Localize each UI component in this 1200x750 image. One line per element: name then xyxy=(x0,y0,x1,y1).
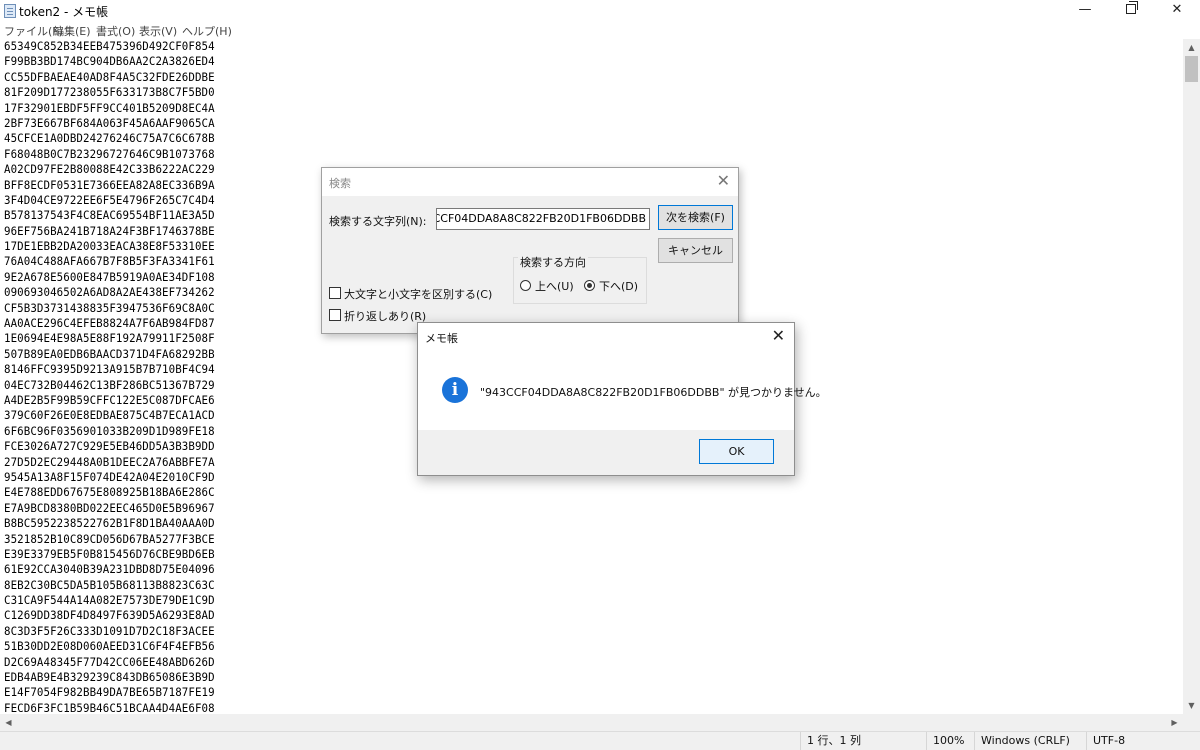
horizontal-scrollbar[interactable]: ◀ ▶ xyxy=(0,714,1183,731)
menu-bar: ファイル(F) 編集(E) 書式(O) 表示(V) ヘルプ(H) xyxy=(0,22,1200,39)
not-found-message-box: メモ帳 ✕ i "943CCF04DDA8A8C822FB20D1FB06DDB… xyxy=(417,322,827,476)
text-line: E39E3379EB5F0B815456D76CBE9BD6EB xyxy=(4,546,215,561)
encoding: UTF-8 xyxy=(1086,732,1200,750)
document-lines: 65349C852B34EEB475396D492CF0F854 F99BB3BD… xyxy=(4,39,215,714)
search-label: 検索する文字列(N): xyxy=(329,215,427,228)
close-window-button[interactable]: ✕ xyxy=(1154,0,1200,22)
text-line: 3F4D04CE9722EE6F5E4796F265C7C4D4 xyxy=(4,192,215,207)
text-line: AA0ACE296C4EFEB8824A7F6AB984FD87 xyxy=(4,316,215,331)
menu-edit[interactable]: 編集(E) xyxy=(53,23,91,39)
message-box-close-icon[interactable]: ✕ xyxy=(772,327,785,345)
search-input-value: 943CCF04DDA8A8C822FB20D1FB06DDBB xyxy=(437,212,646,225)
text-line: CC55DFBAEAE40AD8F4A5C32FDE26DDBE xyxy=(4,69,215,84)
text-line: 2BF73E667BF684A063F45A6AAF9065CA xyxy=(4,115,215,130)
window-title: token2 - メモ帳 xyxy=(19,5,109,19)
info-icon: i xyxy=(442,377,468,403)
restore-icon xyxy=(1126,1,1138,14)
text-line: 45CFCE1A0DBD24276246C75A7C6C678B xyxy=(4,131,215,146)
text-line: C31CA9F544A14A082E7573DE79DE1C9D xyxy=(4,593,215,608)
menu-help[interactable]: ヘルプ(H) xyxy=(182,23,232,39)
notepad-app-icon xyxy=(4,4,16,18)
wrap-around-label[interactable]: 折り返しあり(R) xyxy=(344,308,426,324)
text-line: 04EC732B04462C13BF286BC51367B729 xyxy=(4,377,215,392)
search-input[interactable]: 943CCF04DDA8A8C822FB20D1FB06DDBB xyxy=(436,208,650,230)
menu-format[interactable]: 書式(O) xyxy=(96,23,135,39)
text-line: 1E0694E4E98A5E88F192A79911F2508F xyxy=(4,331,215,346)
text-line: F68048B0C7B23296727646C9B1073768 xyxy=(4,146,215,161)
text-line: 9545A13A8F15F074DE42A04E2010CF9D xyxy=(4,469,215,484)
find-dialog: 検索 ✕ 検索する文字列(N): 943CCF04DDA8A8C822FB20D… xyxy=(321,167,739,334)
text-line: 9E2A678E5600E847B5919A0AE34DF108 xyxy=(4,269,215,284)
text-line: 8EB2C30BC5DA5B105B68113B8823C63C xyxy=(4,577,215,592)
text-line: 379C60F26E0E8EDBAE875C4B7ECA1ACD xyxy=(4,408,215,423)
direction-down-radio[interactable] xyxy=(584,280,595,291)
text-line: C1269DD38DF4D8497F639D5A6293E8AD xyxy=(4,608,215,623)
direction-down-label[interactable]: 下へ(D) xyxy=(599,278,638,294)
status-bar: 1 行、1 列 100% Windows (CRLF) UTF-8 xyxy=(0,731,1200,750)
text-line: A02CD97FE2B80088E42C33B6222AC229 xyxy=(4,162,215,177)
text-line: B578137543F4C8EAC69554BF11AE3A5D xyxy=(4,208,215,223)
text-line: E14F7054F982BB49DA7BE65B7187FE19 xyxy=(4,685,215,700)
text-line: BFF8ECDF0531E7366EEA82A8EC336B9A xyxy=(4,177,215,192)
text-line: 96EF756BA241B718A24F3BF1746378BE xyxy=(4,223,215,238)
scroll-up-arrow-icon[interactable]: ▲ xyxy=(1183,39,1200,56)
cursor-position: 1 行、1 列 xyxy=(800,732,926,750)
title-bar: token2 - メモ帳 — ✕ xyxy=(0,0,1200,22)
text-line: A4DE2B5F99B59CFFC122E5C087DFCAE6 xyxy=(4,392,215,407)
scroll-down-arrow-icon[interactable]: ▼ xyxy=(1183,697,1200,714)
text-line: 8146FFC9395D9213A915B7B710BF4C94 xyxy=(4,362,215,377)
text-line: 090693046502A6AD8A2AE438EF734262 xyxy=(4,285,215,300)
text-line: 507B89EA0EDB6BAACD371D4FA68292BB xyxy=(4,346,215,361)
text-line: 17F32901EBDF5FF9CC401B5209D8EC4A xyxy=(4,100,215,115)
text-line: 17DE1EBB2DA20033EACA38E8F53310EE xyxy=(4,239,215,254)
text-line: 6F6BC96F0356901033B209D1D989FE18 xyxy=(4,423,215,438)
text-line: 51B30DD2E08D060AEED31C6F4F4EFB56 xyxy=(4,639,215,654)
text-line: B8BC5952238522762B1F8D1BA40AAA0D xyxy=(4,516,215,531)
menu-view[interactable]: 表示(V) xyxy=(139,23,177,39)
scroll-left-arrow-icon[interactable]: ◀ xyxy=(0,714,17,731)
find-dialog-title: 検索 xyxy=(329,177,351,190)
match-case-label[interactable]: 大文字と小文字を区別する(C) xyxy=(344,286,492,302)
text-line: FCE3026A727C929E5EB46DD5A3B3B9DD xyxy=(4,439,215,454)
zoom-level: 100% xyxy=(926,732,974,750)
text-line: 61E92CCA3040B39A231DBD8D75E04096 xyxy=(4,562,215,577)
text-line: D2C69A48345F77D42CC06EE48ABD626D xyxy=(4,654,215,669)
restore-button[interactable] xyxy=(1108,0,1154,22)
find-dialog-close-icon[interactable]: ✕ xyxy=(717,172,730,190)
direction-label: 検索する方向 xyxy=(518,254,588,270)
wrap-around-checkbox[interactable] xyxy=(329,309,341,321)
text-line: EDB4AB9E4B329239C843DB65086E3B9D xyxy=(4,670,215,685)
message-text: "943CCF04DDA8A8C822FB20D1FB06DDBB" が見つかり… xyxy=(480,386,827,399)
minimize-button[interactable]: — xyxy=(1062,0,1108,22)
scroll-right-arrow-icon[interactable]: ▶ xyxy=(1166,714,1183,731)
text-line: 76A04C488AFA667B7F8B5F3FA3341F61 xyxy=(4,254,215,269)
match-case-checkbox[interactable] xyxy=(329,287,341,299)
text-line: 65349C852B34EEB475396D492CF0F854 xyxy=(4,39,215,53)
text-line: F99BB3BD174BC904DB6AA2C2A3826ED4 xyxy=(4,54,215,69)
vertical-scrollbar[interactable]: ▲ ▼ xyxy=(1183,39,1200,714)
vertical-scroll-thumb[interactable] xyxy=(1185,56,1198,82)
text-line: CF5B3D3731438835F3947536F69C8A0C xyxy=(4,300,215,315)
find-dialog-titlebar: 検索 ✕ xyxy=(322,168,738,196)
find-next-button[interactable]: 次を検索(F) xyxy=(658,205,733,230)
text-line: E7A9BCD8380BD022EEC465D0E5B96967 xyxy=(4,500,215,515)
direction-up-label[interactable]: 上へ(U) xyxy=(535,278,574,294)
text-line: 81F209D177238055F633173B8C7F5BD0 xyxy=(4,85,215,100)
ok-button[interactable]: OK xyxy=(699,439,774,464)
text-line: E4E788EDD67675E808925B18BA6E286C xyxy=(4,485,215,500)
direction-up-radio[interactable] xyxy=(520,280,531,291)
text-line: 27D5D2EC29448A0B1DEEC2A76ABBFE7A xyxy=(4,454,215,469)
text-line: FECD6F3FC1B59B46C51BCAA4D4AE6F08 xyxy=(4,700,215,714)
cancel-button[interactable]: キャンセル xyxy=(658,238,733,263)
text-line: 8C3D3F5F26C333D1091D7D2C18F3ACEE xyxy=(4,623,215,638)
message-box-title: メモ帳 xyxy=(425,332,458,345)
line-ending: Windows (CRLF) xyxy=(974,732,1086,750)
text-line: 3521852B10C89CD056D67BA5277F3BCE xyxy=(4,531,215,546)
scrollbar-corner xyxy=(1183,714,1200,731)
